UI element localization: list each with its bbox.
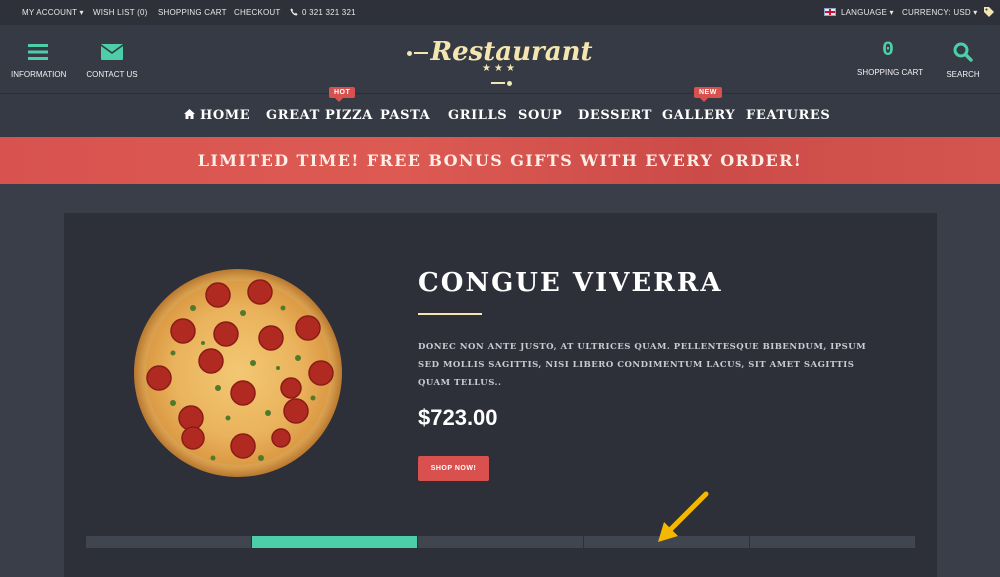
product-title: CONGUE VIVERRA (418, 268, 723, 298)
chevron-down-icon: ▾ (77, 8, 84, 17)
language-label: LANGUAGE (841, 8, 888, 17)
chevron-down-icon: ▾ (970, 8, 978, 17)
logo-ornament (490, 82, 505, 84)
nav-great-pizza[interactable]: GREAT PIZZA (266, 108, 373, 123)
pizza-image (134, 269, 342, 477)
slider-dot[interactable] (252, 536, 417, 548)
my-account-label: MY ACCOUNT (22, 8, 78, 17)
nav-home[interactable]: HOME (184, 108, 250, 123)
uk-flag-icon (824, 8, 836, 16)
slider-dot[interactable] (418, 536, 583, 548)
nav-home-label: HOME (200, 108, 251, 123)
new-badge: NEW (694, 87, 722, 102)
main-nav: HOME GREAT PIZZA PASTA GRILLS SOUP DESSE… (0, 108, 1000, 124)
nav-features[interactable]: FEATURES (746, 108, 830, 123)
language-selector[interactable]: LANGUAGE ▾ (824, 8, 894, 17)
shop-now-button[interactable]: SHOP NOW! (418, 456, 489, 481)
logo-ornament (506, 80, 512, 86)
slider-pagination (86, 536, 915, 548)
title-underline (418, 313, 482, 315)
product-description: DONEC NON ANTE JUSTO, AT ULTRICES QUAM. … (418, 342, 867, 388)
information-label: INFORMATION (11, 70, 67, 79)
phone-number: 0 321 321 321 (302, 8, 356, 17)
home-icon (184, 109, 195, 119)
envelope-icon (86, 41, 138, 65)
nav-gallery[interactable]: GALLERY (662, 108, 735, 123)
currency-selector[interactable]: CURRENCY: USD ▾ (902, 8, 977, 17)
search-label: SEARCH (946, 70, 980, 79)
logo-stars: ★★★ (482, 63, 518, 74)
nav-grills[interactable]: GRILLS (448, 108, 507, 123)
cart-count: 0 (881, 39, 894, 62)
hot-badge: HOT (329, 87, 356, 102)
nav-dessert[interactable]: DESSERT (578, 108, 652, 123)
checkout-link[interactable]: CHECKOUT (234, 8, 281, 17)
nav-pasta[interactable]: PASTA (380, 108, 430, 123)
slider-dot[interactable] (750, 536, 915, 548)
search-button[interactable]: SEARCH (946, 41, 980, 79)
shopping-cart-link[interactable]: SHOPPING CART (158, 8, 227, 17)
contact-us-label: CONTACT US (86, 70, 138, 79)
phone-icon (290, 8, 298, 16)
search-icon (946, 41, 980, 65)
information-button[interactable]: INFORMATION (11, 41, 67, 79)
top-bar: MY ACCOUNT ▾ WISH LIST (0) SHOPPING CART… (0, 0, 1000, 25)
product-price: $723.00 (418, 405, 498, 430)
phone-info: 0 321 321 321 (290, 8, 356, 17)
slider-dot[interactable] (86, 536, 251, 548)
nav-soup[interactable]: SOUP (518, 108, 562, 123)
shopping-cart-label: SHOPPING CART (857, 68, 924, 77)
currency-label: CURRENCY: USD (902, 8, 971, 17)
my-account-link[interactable]: MY ACCOUNT ▾ (22, 8, 84, 17)
contact-us-button[interactable]: CONTACT US (86, 41, 138, 79)
logo-ornament (407, 50, 413, 56)
menu-icon (11, 41, 65, 65)
promo-banner[interactable]: LIMITED TIME! FREE BONUS GIFTS WITH EVER… (0, 137, 1000, 184)
wish-list-link[interactable]: WISH LIST (0) (93, 8, 147, 17)
logo-ornament (414, 52, 429, 54)
shopping-cart-button[interactable]: 0 SHOPPING CART (857, 39, 923, 77)
chevron-down-icon: ▾ (887, 8, 894, 17)
pointer-arrow-icon (658, 491, 709, 542)
tag-icon[interactable] (983, 6, 995, 20)
